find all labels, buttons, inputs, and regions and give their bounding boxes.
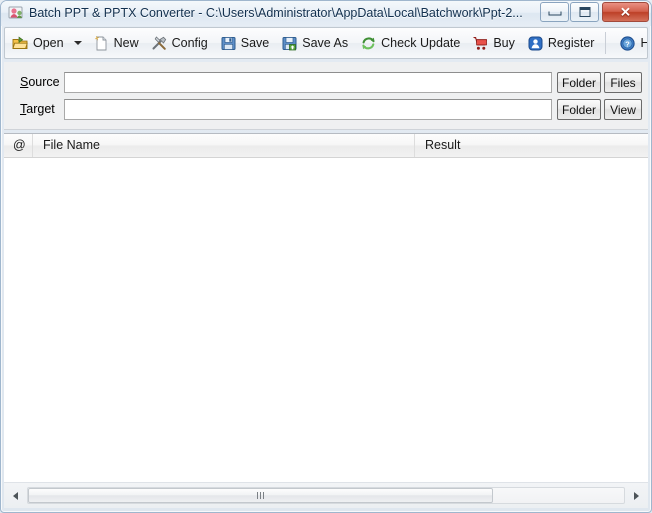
toolbar-label-help: He — [640, 36, 647, 50]
toolbar-label-new: New — [113, 36, 139, 50]
column-header-at[interactable]: @ — [4, 134, 33, 157]
toolbar-button-buy[interactable]: Buy — [467, 30, 520, 56]
toolbar-separator — [605, 32, 607, 54]
source-label: Source — [20, 75, 68, 89]
scrollbar-thumb[interactable] — [28, 488, 493, 503]
application-window: Batch PPT & PPTX Converter - C:\Users\Ad… — [0, 0, 652, 513]
toolbar-button-check-update[interactable]: Check Update — [355, 30, 465, 56]
minimize-icon — [548, 9, 561, 16]
shopping-cart-icon — [472, 35, 489, 52]
maximize-icon — [579, 7, 590, 17]
list-column-header: @ File Name Result — [4, 134, 648, 158]
toolbar-label-open: Open — [33, 36, 64, 50]
target-row: Target Folder View — [4, 99, 648, 121]
window-title: Batch PPT & PPTX Converter - C:\Users\Ad… — [29, 6, 523, 20]
save-as-icon — [281, 35, 298, 52]
file-list-view: @ File Name Result — [4, 133, 648, 483]
title-bar[interactable]: Batch PPT & PPTX Converter - C:\Users\Ad… — [1, 1, 651, 26]
app-icon — [8, 5, 25, 22]
svg-text:?: ? — [626, 39, 631, 48]
tools-icon — [151, 35, 168, 52]
open-dropdown-arrow-icon[interactable] — [70, 30, 86, 56]
toolbar-button-open[interactable]: Open — [7, 30, 69, 56]
target-input[interactable] — [64, 99, 552, 120]
toolbar-label-register: Register — [547, 36, 595, 50]
refresh-icon — [360, 35, 377, 52]
minimize-button[interactable] — [540, 2, 569, 22]
source-folder-button[interactable]: Folder — [557, 72, 601, 93]
source-files-button[interactable]: Files — [604, 72, 642, 93]
toolbar-button-new[interactable]: New — [88, 30, 144, 56]
main-toolbar: Open New Config Save Save As Check Updat… — [4, 27, 648, 59]
maximize-button[interactable] — [570, 2, 599, 22]
toolbar-button-register[interactable]: Register — [522, 30, 600, 56]
column-header-file-name[interactable]: File Name — [33, 134, 415, 157]
target-folder-button[interactable]: Folder — [557, 99, 601, 120]
register-user-icon — [527, 35, 544, 52]
scroll-right-arrow-icon[interactable] — [628, 487, 645, 504]
source-row: Source Folder Files — [4, 72, 648, 94]
toolbar-label-save-as: Save As — [302, 36, 349, 50]
toolbar-button-config[interactable]: Config — [146, 30, 213, 56]
list-body-empty[interactable] — [4, 158, 648, 483]
toolbar-label-save: Save — [240, 36, 270, 50]
close-button[interactable]: ✕ — [602, 2, 649, 22]
scrollbar-grip-icon — [256, 492, 264, 499]
caption-button-group: ✕ — [539, 2, 649, 22]
open-folder-icon — [12, 35, 29, 52]
target-label-rest: arget — [26, 102, 55, 116]
target-label: Target — [20, 102, 68, 116]
toolbar-button-save[interactable]: Save — [215, 30, 275, 56]
toolbar-button-save-as[interactable]: Save As — [276, 30, 353, 56]
toolbar-label-config: Config — [171, 36, 208, 50]
scroll-left-arrow-icon[interactable] — [7, 487, 24, 504]
horizontal-scrollbar[interactable] — [4, 482, 648, 508]
path-form-panel: Source Folder Files Target Folder View — [4, 62, 648, 130]
source-input[interactable] — [64, 72, 552, 93]
new-document-icon — [93, 35, 110, 52]
toolbar-label-check-update: Check Update — [381, 36, 461, 50]
close-icon: ✕ — [620, 4, 631, 20]
floppy-disk-icon — [220, 35, 237, 52]
toolbar-label-buy: Buy — [493, 36, 515, 50]
target-view-button[interactable]: View — [604, 99, 642, 120]
scrollbar-track[interactable] — [27, 487, 625, 504]
toolbar-button-help[interactable]: ? He — [614, 30, 647, 56]
help-circle-icon: ? — [619, 35, 636, 52]
source-label-rest: ource — [28, 75, 60, 89]
column-header-result[interactable]: Result — [415, 134, 648, 157]
